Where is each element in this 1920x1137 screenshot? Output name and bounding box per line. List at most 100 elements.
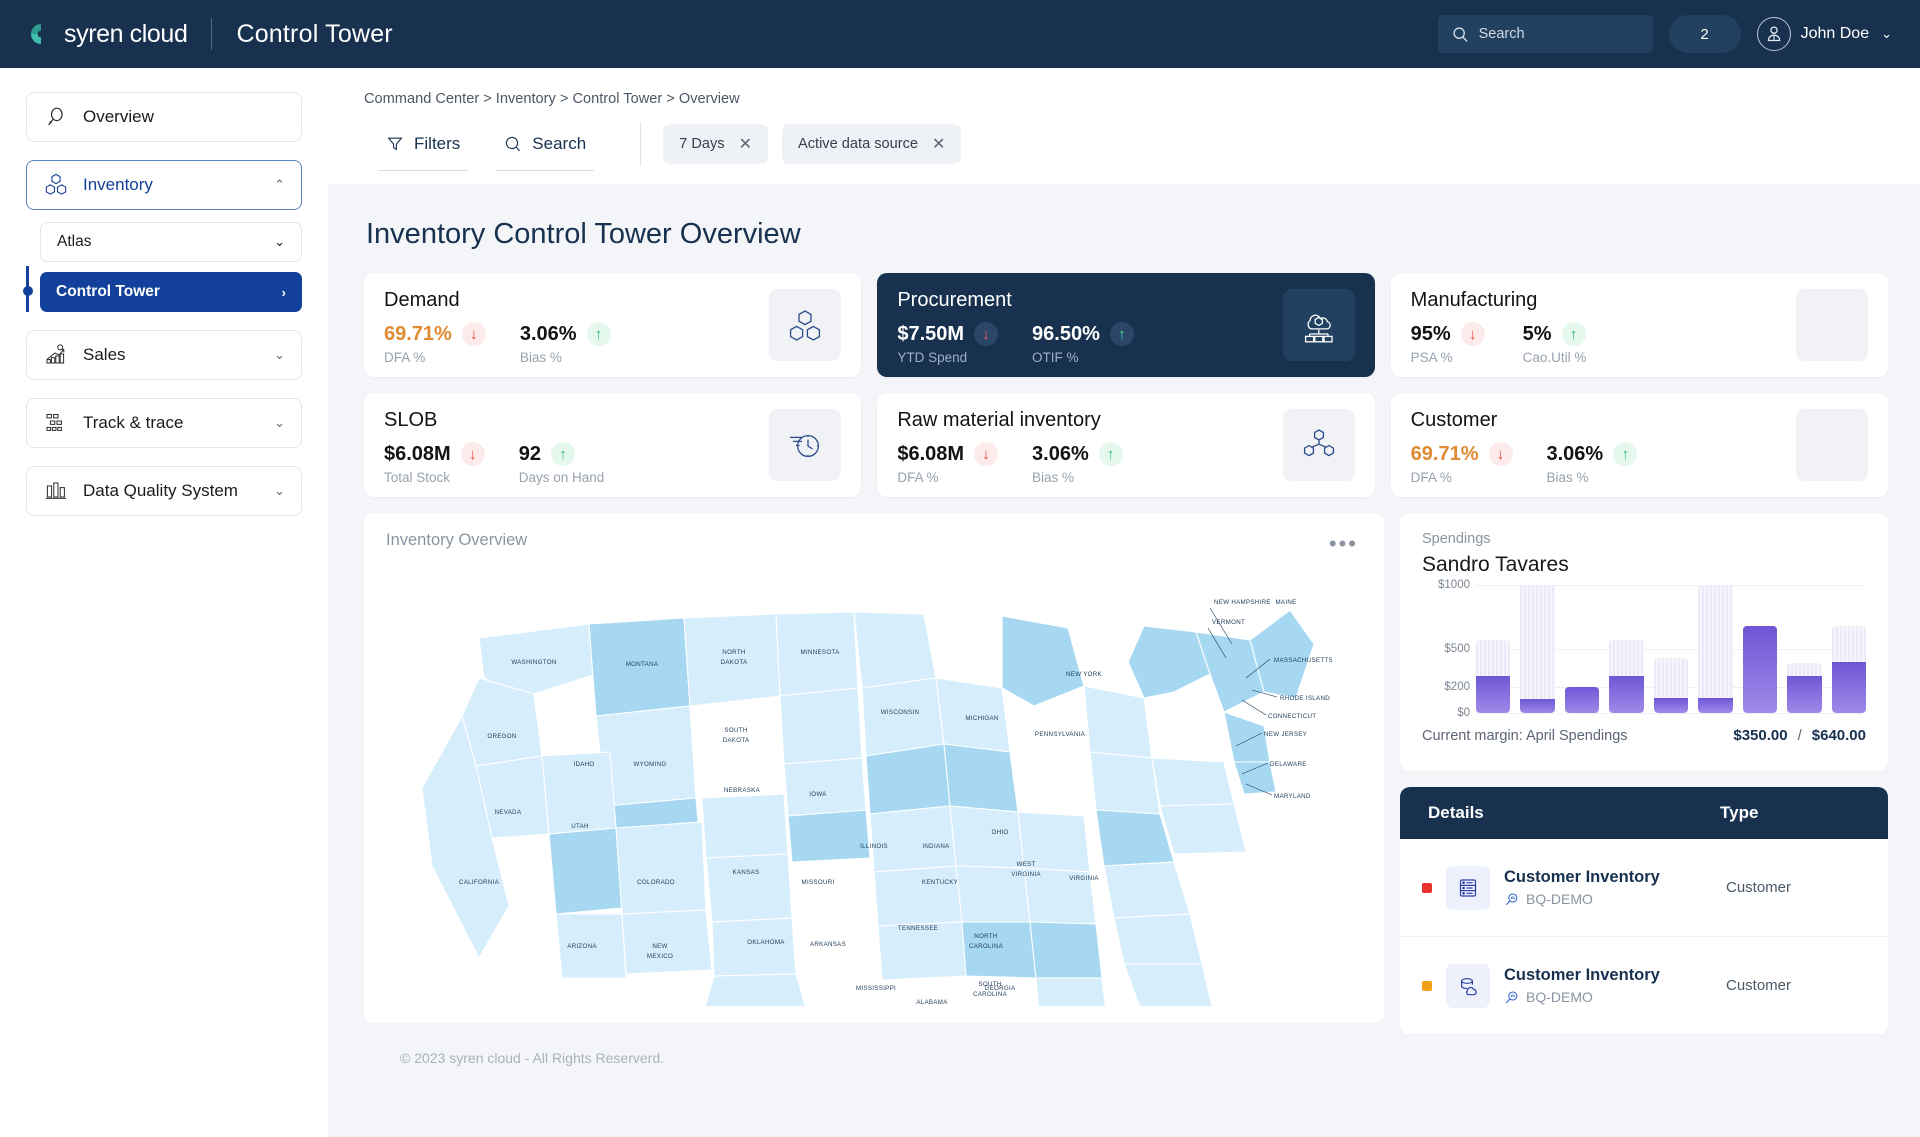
kpi-title: Manufacturing — [1410, 289, 1538, 311]
brand-logo-group[interactable]: syren cloud — [28, 19, 188, 49]
content-area: Command Center > Inventory > Control Tow… — [328, 68, 1920, 1137]
cubes-icon — [769, 289, 842, 361]
global-search-input[interactable]: Search — [1437, 15, 1653, 53]
chart-bar[interactable] — [1476, 585, 1511, 713]
sidebar-item-track-trace[interactable]: Track & trace ⌄ — [26, 398, 302, 448]
cubes-icon — [43, 172, 69, 198]
chart-bar[interactable] — [1742, 585, 1778, 713]
kpi-card-procurement[interactable]: Procurement $7.50M ↓ YTD Spend 96.50% ↑ … — [877, 273, 1375, 377]
kpi-metric: $6.08M ↓ Total Stock — [384, 442, 485, 485]
magnifier-chart-icon — [1504, 990, 1519, 1005]
sidebar-subitem-label: Control Tower — [56, 283, 160, 300]
sidebar-item-data-quality-system[interactable]: Data Quality System ⌄ — [26, 466, 302, 516]
kpi-card-demand[interactable]: Demand 69.71% ↓ DFA % 3.06% ↑ Bias % — [364, 273, 862, 377]
arrow-down-icon: ↓ — [1460, 322, 1485, 346]
chevron-down-icon: ⌄ — [274, 415, 285, 430]
y-axis-tick: $1000 — [1438, 579, 1470, 591]
filter-chip-data-source[interactable]: Active data source ✕ — [781, 124, 962, 164]
spendings-current-value: $350.00 — [1733, 727, 1788, 744]
map-label: CONNECTICUT — [1268, 713, 1316, 720]
kpi-title: Raw material inventory — [897, 409, 1101, 431]
kpi-metric-value: 95% — [1410, 322, 1451, 345]
kpi-title: Procurement — [897, 289, 1012, 311]
kpi-card-slob[interactable]: SLOB $6.08M ↓ Total Stock 92 ↑ Days on H… — [364, 393, 862, 497]
chart-bar[interactable] — [1787, 585, 1822, 713]
usa-map-svg: WASHINGTON OREGON IDAHO MONTANA NORTH DA… — [421, 599, 1333, 1006]
user-menu[interactable]: John Doe ⌄ — [1756, 17, 1892, 51]
kpi-metrics: $6.08M ↓ Total Stock 92 ↑ Days on Hand — [384, 442, 604, 485]
sidebar-item-control-tower[interactable]: Control Tower › — [40, 272, 302, 312]
kpi-metric: $6.08M ↓ DFA % — [897, 442, 999, 485]
usa-map[interactable]: WASHINGTON OREGON IDAHO MONTANA NORTH DA… — [374, 555, 1374, 1017]
brand-name: syren cloud — [64, 19, 188, 48]
chart-bar[interactable] — [1831, 585, 1866, 713]
arrow-up-icon: ↑ — [1109, 322, 1134, 346]
sidebar-item-label: Inventory — [83, 175, 153, 194]
copyright-text: © 2023 syren cloud - All Rights Reserver… — [400, 1050, 664, 1066]
kpi-metric-label: PSA % — [1410, 350, 1453, 365]
page-title: Inventory Control Tower Overview — [366, 218, 801, 250]
close-icon[interactable]: ✕ — [932, 134, 945, 154]
table-column-header-type: Type — [1720, 803, 1759, 822]
filters-button[interactable]: Filters — [364, 126, 482, 171]
chart-bar[interactable] — [1609, 585, 1644, 713]
map-label: ARKANSAS — [810, 941, 846, 948]
kpi-card-raw-material-inventory[interactable]: Raw material inventory $6.08M ↓ DFA % 3.… — [877, 393, 1375, 497]
map-label: VIRGINIA — [1069, 875, 1099, 882]
kpi-metric-value: $7.50M — [897, 322, 965, 345]
kpi-metric-value: 3.06% — [1032, 442, 1089, 465]
kpi-metrics: 95% ↓ PSA % 5% ↑ Cao.Util % — [1411, 322, 1601, 365]
chip-label: 7 Days — [679, 136, 725, 152]
breadcrumb[interactable]: Command Center > Inventory > Control Tow… — [364, 91, 740, 107]
sidebar-item-sales[interactable]: Sales ⌄ — [26, 330, 302, 380]
map-label: DAKOTA — [723, 737, 750, 744]
map-label: NEW — [652, 943, 667, 950]
table-row-main: Customer Inventory BQ-DEMO — [1504, 966, 1726, 1005]
table-column-header-details: Details — [1428, 803, 1484, 822]
lower-section: Inventory Overview ••• WASHINGTON OREGON… — [364, 513, 1888, 1035]
chart-bar[interactable] — [1520, 585, 1555, 713]
kpi-card-body: Procurement $7.50M ↓ YTD Spend 96.50% ↑ … — [897, 289, 1134, 365]
sidebar-item-atlas[interactable]: Atlas ⌄ — [40, 222, 302, 262]
chip-label: Active data source — [797, 136, 919, 152]
map-label: SOUTH — [978, 981, 1001, 988]
kpi-metric-value: 96.50% — [1032, 322, 1100, 345]
map-label: DAKOTA — [721, 659, 748, 666]
database-cloud-icon — [1446, 963, 1490, 1008]
panel-menu-icon[interactable]: ••• — [1329, 531, 1358, 557]
chart-bar[interactable] — [1564, 585, 1600, 713]
search-icon — [504, 135, 522, 153]
sidebar-item-overview[interactable]: Overview — [26, 92, 302, 142]
map-label: NEW HAMPSHIRE — [1214, 599, 1271, 606]
table-row-type: Customer — [1726, 977, 1792, 994]
arrow-down-icon: ↓ — [974, 442, 999, 466]
kpi-card-customer[interactable]: Customer 69.71% ↓ DFA % 3.06% ↑ Bias % — [1390, 393, 1888, 497]
magnifier-icon — [43, 104, 69, 130]
notification-count-badge[interactable]: 2 — [1668, 15, 1741, 53]
kpi-card-manufacturing[interactable]: Manufacturing 95% ↓ PSA % 5% ↑ Cao.Util … — [1390, 273, 1888, 377]
map-label: ALABAMA — [916, 999, 948, 1006]
map-label: WEST — [1016, 861, 1035, 868]
map-label: PENNSYLVANIA — [1035, 731, 1086, 738]
sidebar-item-inventory[interactable]: Inventory ⌃ — [26, 160, 302, 210]
chart-bar[interactable] — [1653, 585, 1689, 713]
search-button[interactable]: Search — [482, 126, 608, 171]
map-label: ARIZONA — [567, 943, 597, 950]
kpi-metric-value: $6.08M — [897, 442, 965, 465]
details-table-panel: Details Type Customer Inventory BQ-DEMO … — [1400, 787, 1888, 1035]
map-label: MEXICO — [647, 953, 673, 960]
table-header-row: Details Type — [1400, 787, 1888, 839]
header-divider — [211, 18, 213, 50]
table-row[interactable]: Customer Inventory BQ-DEMO Customer — [1400, 937, 1888, 1035]
clock-history-icon — [769, 409, 842, 481]
close-icon[interactable]: ✕ — [739, 134, 752, 154]
toolbar: Filters Search 7 Days ✕ Active data sour… — [328, 108, 1920, 184]
table-row[interactable]: Customer Inventory BQ-DEMO Customer — [1400, 839, 1888, 937]
table-row-source: BQ-DEMO — [1504, 891, 1726, 907]
chart-bar[interactable] — [1698, 585, 1733, 713]
chevron-down-icon: ⌄ — [274, 234, 285, 249]
filter-chip-days[interactable]: 7 Days ✕ — [663, 124, 768, 164]
spendings-total-value: $640.00 — [1811, 727, 1866, 744]
map-label: UTAH — [571, 823, 589, 830]
map-label: SOUTH — [724, 727, 747, 734]
